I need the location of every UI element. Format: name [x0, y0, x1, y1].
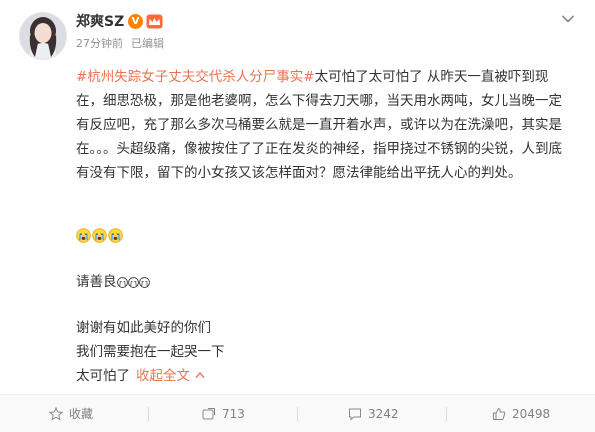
like-button[interactable]: 20498 [492, 395, 550, 432]
line-kind: 请善良 [76, 272, 150, 292]
crying-emoji-icon [116, 277, 128, 288]
collapse-label: 收起全文 [136, 368, 190, 384]
crying-emoji-icon [138, 277, 150, 288]
repost-button[interactable]: 713 [202, 395, 245, 432]
line-scary: 太可怕了 收起全文 [76, 366, 205, 386]
weibo-post: 郑爽SZ V 27分钟前 已编辑 #杭州失踪女子丈夫交代杀人分尸事实#太可怕了太可… [0, 0, 595, 432]
avatar[interactable] [19, 12, 67, 60]
hashtag-link[interactable]: #杭州失踪女子丈夫交代杀人分尸事实# [76, 69, 315, 85]
like-icon [493, 407, 506, 420]
comment-button[interactable]: 3242 [348, 395, 399, 432]
divider [148, 407, 149, 421]
chevron-up-icon [195, 371, 205, 378]
crown-icon[interactable] [146, 14, 163, 29]
star-icon [49, 406, 63, 421]
author-name[interactable]: 郑爽SZ [76, 13, 124, 31]
comment-icon [349, 408, 361, 421]
post-time[interactable]: 27分钟前 [76, 37, 123, 50]
verified-icon[interactable]: V [128, 14, 143, 29]
post-meta: 27分钟前 已编辑 [76, 36, 164, 51]
chevron-down-icon[interactable] [561, 14, 575, 24]
divider [446, 407, 447, 421]
emoji-row [76, 228, 123, 243]
action-bar: 收藏 713 3242 20498 [0, 394, 595, 432]
line-thanks: 谢谢有如此美好的你们 [76, 320, 211, 336]
collapse-button[interactable]: 收起全文 [136, 368, 205, 384]
line-kind-text: 请善良 [76, 274, 117, 290]
favorite-label: 收藏 [69, 407, 94, 421]
crying-emoji-icon [127, 277, 139, 288]
post-content: #杭州失踪女子丈夫交代杀人分尸事实#太可怕了太可怕了 从昨天一直被吓到现在，细思… [76, 65, 574, 185]
repost-count: 713 [222, 406, 245, 421]
edited-tag[interactable]: 已编辑 [131, 37, 164, 50]
favorite-button[interactable]: 收藏 [49, 395, 93, 432]
divider [297, 407, 298, 421]
crying-emoji-icon [108, 228, 123, 243]
post-body: 太可怕了太可怕了 从昨天一直被吓到现在，细思恐极，那是他老婆啊，怎么下得去刀天哪… [76, 69, 562, 181]
crying-emoji-icon [92, 228, 107, 243]
line-scary-text: 太可怕了 [76, 368, 130, 384]
like-count: 20498 [512, 406, 551, 421]
comment-count: 3242 [368, 406, 399, 421]
author-badges: V [128, 14, 163, 29]
repost-icon [202, 407, 215, 419]
line-hug: 我们需要抱在一起哭一下 [76, 344, 225, 360]
crying-emoji-icon [76, 228, 91, 243]
